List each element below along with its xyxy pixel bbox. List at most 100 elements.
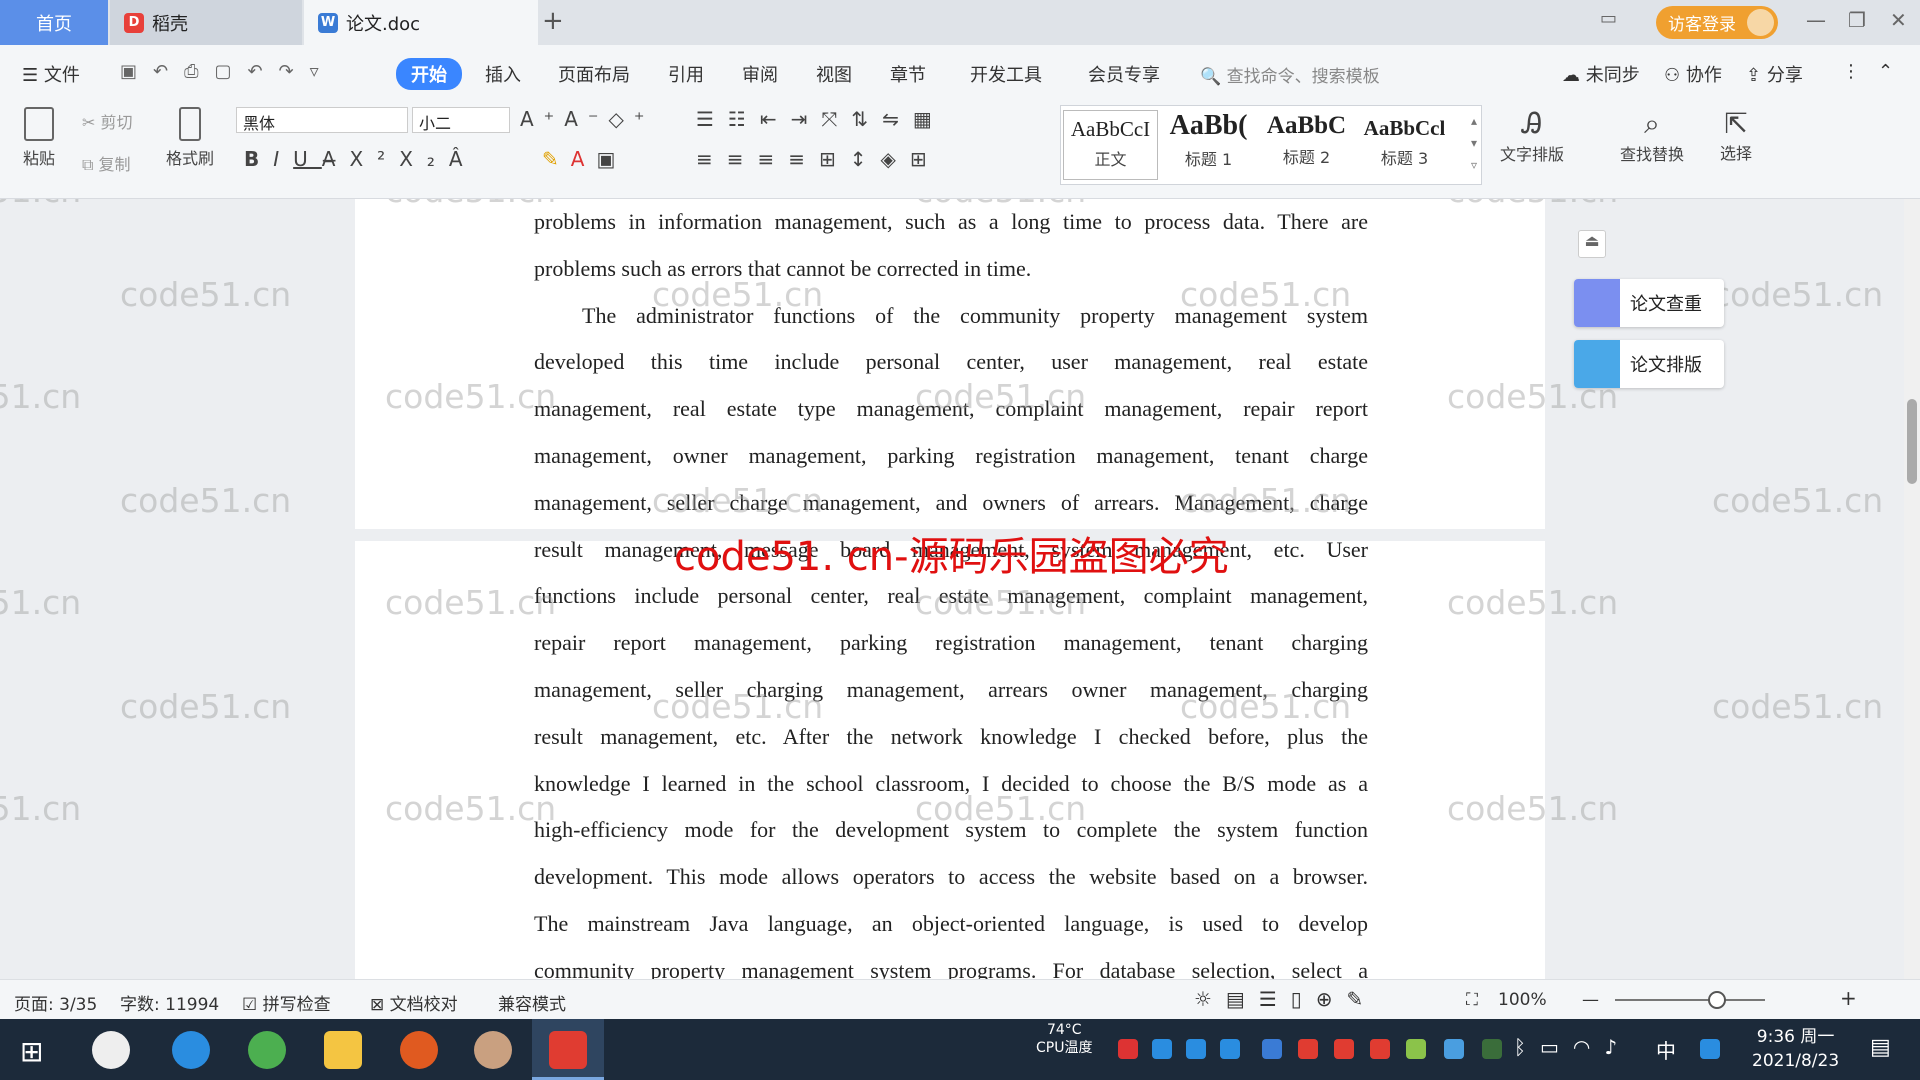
shield-icon[interactable]	[1262, 1039, 1282, 1059]
text-format-icons[interactable]: BIUA̶X²X₂Â	[244, 147, 477, 171]
system-tray-icons[interactable]: ᛒ▭◠♪	[1514, 1035, 1631, 1059]
brush-icon	[179, 107, 201, 141]
style-heading2[interactable]: AaBbC 标题 2	[1259, 110, 1354, 168]
font-family-select[interactable]: 黑体	[236, 107, 408, 133]
paper-check-button[interactable]: 论文查重	[1574, 279, 1724, 327]
person-icon: ⚇	[1664, 65, 1681, 86]
spell-check-button[interactable]: ☑ 拼写检查	[242, 990, 331, 1015]
zoom-level[interactable]: 100%	[1498, 990, 1547, 1010]
windows-start-icon[interactable]: ⊞	[20, 1035, 43, 1068]
tray-icon[interactable]	[1220, 1039, 1240, 1059]
menu-file-label: 文件	[43, 65, 80, 86]
layout-icon[interactable]: ▭	[1600, 8, 1617, 29]
style-scroll-arrows[interactable]: ▴ ▾ ▿	[1471, 110, 1477, 176]
cpu-temp-widget[interactable]: 74°C CPU温度	[1036, 1021, 1092, 1057]
document-line: repair report management, parking regist…	[534, 630, 1368, 656]
minimize-button[interactable]: —	[1806, 8, 1826, 32]
zoom-in-icon[interactable]: +	[1840, 986, 1857, 1010]
fit-icon[interactable]: ⛶	[1466, 990, 1478, 1010]
tray-icon[interactable]	[1186, 1039, 1206, 1059]
document-area[interactable]: problems in information management, such…	[0, 199, 1920, 979]
user-app-icon[interactable]	[474, 1031, 512, 1069]
document-line: community property management system pro…	[534, 957, 1368, 979]
qq-icon[interactable]	[1700, 1039, 1720, 1059]
scrollbar-thumb[interactable]	[1907, 399, 1917, 484]
style-heading1-preview: AaBb(	[1169, 110, 1248, 141]
tray-icon[interactable]	[1298, 1039, 1318, 1059]
font-size-select[interactable]: 小二	[412, 107, 510, 133]
tab-view[interactable]: 视图	[816, 61, 852, 87]
tray-icon[interactable]	[1370, 1039, 1390, 1059]
zoom-out-icon[interactable]: —	[1582, 990, 1599, 1010]
document-line: management, owner management, parking re…	[534, 442, 1368, 468]
list-indent-icons[interactable]: ☰☷⇤⇥⤧⇅⇋▦	[696, 107, 946, 131]
browser-360-icon[interactable]	[248, 1031, 286, 1069]
login-button[interactable]: 访客登录	[1656, 6, 1778, 39]
select-button[interactable]: ⇱ 选择	[1712, 107, 1760, 164]
tray-icon[interactable]	[1406, 1039, 1426, 1059]
tray-icon[interactable]	[1482, 1039, 1502, 1059]
command-search[interactable]: 🔍 查找命令、搜索模板	[1200, 62, 1380, 87]
media-app-icon[interactable]	[400, 1031, 438, 1069]
tab-chapter[interactable]: 章节	[890, 61, 926, 87]
proofread-button[interactable]: ⊠ 文档校对	[370, 990, 458, 1015]
tab-document[interactable]: W 论文.doc	[304, 0, 538, 45]
watermark-text: code51.cn	[652, 687, 824, 726]
app-360-icon[interactable]	[92, 1031, 130, 1069]
tab-reference[interactable]: 引用	[668, 61, 704, 87]
tab-daoke[interactable]: D 稻壳	[110, 0, 302, 45]
share-button[interactable]: ⇪ 分享	[1746, 61, 1803, 87]
tab-review[interactable]: 审阅	[742, 61, 778, 87]
restore-button[interactable]: ❐	[1848, 8, 1866, 32]
notification-icon[interactable]: ▤	[1870, 1035, 1891, 1060]
view-mode-icons[interactable]: ☼▤☰▯⊕✎	[1194, 987, 1377, 1011]
style-gallery: AaBbCcI 正文 AaBb(标题 1 AaBbC 标题 2 AaBbCcl 标题 …	[1060, 105, 1482, 185]
tab-home[interactable]: 首页	[0, 0, 108, 45]
ie-browser-icon[interactable]	[172, 1031, 210, 1069]
quick-access-icons[interactable]: ▣↶⎙▢↶↷▿	[120, 61, 335, 82]
wps-taskbar-item[interactable]	[532, 1019, 604, 1080]
tray-icon[interactable]	[1444, 1039, 1464, 1059]
more-icon[interactable]: ⋮	[1842, 61, 1860, 82]
menu-file[interactable]: ☰ 文件	[22, 61, 80, 87]
copy-button[interactable]: ⧉ 复制	[82, 151, 131, 175]
tray-icon[interactable]	[1334, 1039, 1354, 1059]
close-button[interactable]: ✕	[1890, 8, 1907, 32]
alignment-icons[interactable]: ≡≡≡≡⊞↕◈⊞	[696, 147, 941, 171]
word-count[interactable]: 字数: 11994	[120, 990, 219, 1015]
file-explorer-icon[interactable]	[324, 1031, 362, 1069]
collapse-ribbon-icon[interactable]: ⌃	[1878, 61, 1893, 82]
daoke-icon: D	[124, 12, 144, 33]
text-layout-button[interactable]: Ꭿ 文字排版	[1494, 107, 1570, 165]
collab-button[interactable]: ⚇ 协作	[1664, 61, 1722, 87]
highlight-color-icons[interactable]: ✎A▣	[542, 147, 627, 171]
paste-button[interactable]: 粘贴	[16, 107, 62, 169]
find-replace-button[interactable]: ⌕ 查找替换	[1610, 107, 1694, 165]
style-normal[interactable]: AaBbCcI 正文	[1063, 110, 1158, 180]
tab-member[interactable]: 会员专享	[1088, 61, 1160, 87]
cut-button[interactable]: ✂ 剪切	[82, 109, 133, 133]
style-heading1[interactable]: AaBb(标题 1	[1161, 110, 1256, 170]
tray-icon[interactable]	[1152, 1039, 1172, 1059]
tab-page-layout[interactable]: 页面布局	[558, 61, 630, 87]
ime-indicator[interactable]: 中	[1656, 1035, 1676, 1064]
tab-start[interactable]: 开始	[396, 58, 462, 90]
format-painter-button[interactable]: 格式刷	[162, 107, 218, 169]
clock[interactable]: 9:36 周一 2021/8/23	[1752, 1025, 1839, 1073]
tab-insert[interactable]: 插入	[485, 61, 521, 87]
share-label: 分享	[1766, 65, 1803, 86]
zoom-slider-knob[interactable]	[1708, 991, 1726, 1009]
menu-bar: ☰ 文件 ▣↶⎙▢↶↷▿ 开始 插入 页面布局 引用 审阅 视图 章节 开发工具…	[0, 45, 1920, 99]
page-indicator[interactable]: 页面: 3/35	[14, 990, 97, 1015]
font-tools-icons[interactable]: A⁺A⁻◇⁺	[520, 107, 654, 131]
zoom-slider[interactable]	[1615, 999, 1765, 1001]
tab-devtools[interactable]: 开发工具	[970, 61, 1042, 87]
sync-status[interactable]: ☁ 未同步	[1562, 61, 1640, 87]
paper-typeset-button[interactable]: 论文排版	[1574, 340, 1724, 388]
taskbar: ⊞ 74°C CPU温度 ᛒ▭◠♪ 中 9:36 周一 2021/8/23 ▤	[0, 1019, 1920, 1080]
style-heading3[interactable]: AaBbCcl 标题 3	[1357, 110, 1452, 169]
vertical-scrollbar[interactable]	[1904, 199, 1920, 979]
new-tab-button[interactable]: +	[542, 6, 564, 36]
tray-icon[interactable]	[1118, 1039, 1138, 1059]
side-panel-collapse-icon[interactable]: ⏏	[1578, 230, 1606, 258]
